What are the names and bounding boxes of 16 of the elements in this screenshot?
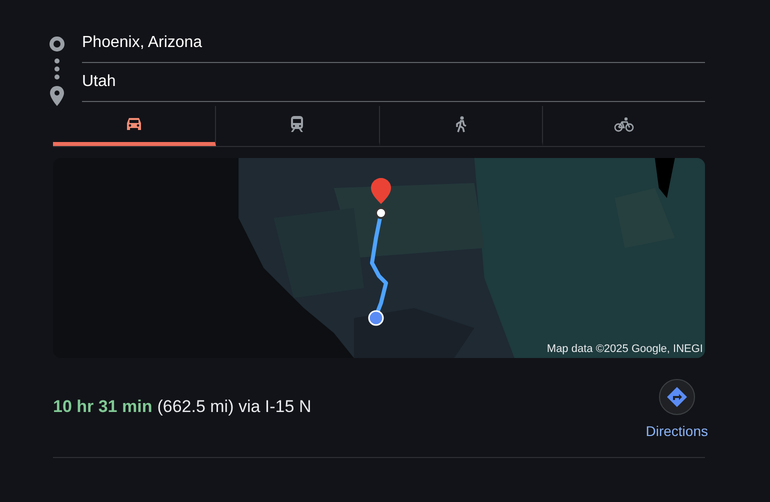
map-attribution: Map data ©2025 Google, INEGI [546,343,703,355]
route-detail: (662.5 mi) via I-15 N [157,397,312,417]
dots-icon [54,58,60,80]
directions-icon [666,387,687,407]
route-duration: 10 hr 31 min [53,397,152,417]
walking-person-icon [454,116,467,132]
directions-link[interactable]: Directions [646,423,708,439]
origin-icon [49,36,65,52]
origin-field[interactable]: Phoenix, Arizona [82,30,705,63]
train-icon [290,116,304,132]
pin-icon [50,86,64,106]
directions-button[interactable] [658,379,695,415]
car-icon [126,117,142,131]
destination-field[interactable]: Utah [82,69,705,102]
travel-mode-tab[interactable] [53,106,216,146]
bicycle-icon [614,116,634,132]
